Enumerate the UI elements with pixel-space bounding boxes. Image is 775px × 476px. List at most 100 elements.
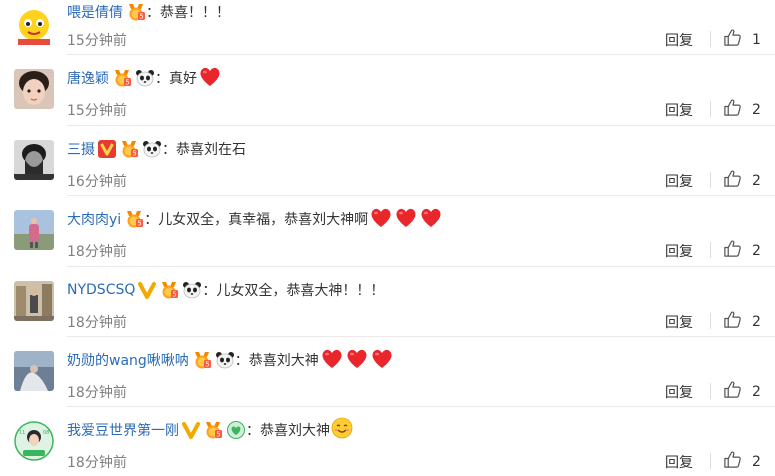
comment-time: 15分钟前 (67, 103, 127, 119)
comment-content: 大肉肉yi 5 ： 儿女双全，真幸福，恭喜刘大神啊 (67, 207, 443, 231)
like-count: 2 (752, 101, 761, 118)
heart-icon (345, 347, 369, 373)
medal-icon[interactable]: 5 (126, 3, 146, 21)
reply-button[interactable]: 回复 (665, 312, 693, 332)
svg-text:5: 5 (125, 79, 129, 87)
thumbs-up-icon (723, 239, 742, 262)
action-divider (710, 31, 711, 47)
user-avatar[interactable] (14, 210, 54, 250)
thumbs-up-icon (723, 380, 742, 403)
thumbs-up-icon (723, 450, 742, 473)
heart-icon (198, 65, 222, 91)
comment-separator: ： (234, 353, 249, 369)
like-button[interactable]: 2 (723, 310, 761, 333)
heart-icon (369, 206, 393, 232)
comment-divider (67, 336, 775, 337)
action-divider (710, 383, 711, 399)
comment-item: 奶勋的wang啾啾呐 5 ： 恭喜刘大神 18分钟前 回复 2 (0, 336, 775, 406)
panda-icon[interactable] (215, 351, 235, 369)
svg-text:5: 5 (137, 220, 141, 228)
username-link[interactable]: 喂是倩倩 (67, 2, 123, 22)
user-avatar[interactable] (14, 351, 54, 391)
reply-button[interactable]: 回复 (665, 452, 693, 472)
reply-button[interactable]: 回复 (665, 241, 693, 261)
panda-icon[interactable] (135, 69, 155, 87)
green-heart-icon[interactable] (226, 421, 246, 439)
comment-divider (67, 195, 775, 196)
user-avatar[interactable] (14, 69, 54, 109)
like-count: 2 (752, 172, 761, 189)
action-divider (710, 313, 711, 329)
comment-content: 三摄 5 ： 恭喜刘在石 (67, 137, 246, 161)
action-divider (710, 453, 711, 469)
medal-icon[interactable]: 5 (119, 140, 139, 158)
username-link[interactable]: 唐逸颖 (67, 68, 109, 88)
username-link[interactable]: 大肉肉yi (67, 209, 121, 229)
like-button[interactable]: 2 (723, 169, 761, 192)
comment-content: 我爱豆世界第一刚 5 ： 恭喜刘大神 (67, 417, 353, 443)
svg-text:08: 08 (43, 430, 49, 436)
svg-text:5: 5 (132, 150, 136, 158)
comment-item: 11 08 我爱豆世界第一刚 5 ： 恭喜刘大神 18分钟前 回复 2 (0, 406, 775, 476)
like-count: 2 (752, 242, 761, 259)
reply-button[interactable]: 回复 (665, 382, 693, 402)
heart-icon (394, 206, 418, 232)
panda-icon[interactable] (182, 281, 202, 299)
comment-time: 18分钟前 (67, 385, 127, 401)
username-link[interactable]: 我爱豆世界第一刚 (67, 420, 179, 440)
comment-time: 16分钟前 (67, 174, 127, 190)
comment-content: 唐逸颖 5 ： 真好 (67, 66, 222, 90)
username-link[interactable]: NYDSCSQ (67, 282, 135, 298)
like-button[interactable]: 1 (723, 28, 761, 51)
medal-icon[interactable]: 5 (112, 69, 132, 87)
verified-v-gold-icon[interactable] (182, 421, 200, 439)
comment-text: 恭喜刘大神 (260, 423, 330, 439)
comment-content: 奶勋的wang啾啾呐 5 ： 恭喜刘大神 (67, 348, 394, 372)
like-button[interactable]: 2 (723, 239, 761, 262)
comment-item: 喂是倩倩 5 ： 恭喜！！！ 15分钟前 回复 1 (0, 0, 775, 54)
user-avatar[interactable] (14, 140, 54, 180)
username-link[interactable]: 奶勋的wang啾啾呐 (67, 350, 189, 370)
like-button[interactable]: 2 (723, 380, 761, 403)
comment-text: 儿女双全，真幸福，恭喜刘大神啊 (158, 212, 369, 228)
user-avatar[interactable]: 11 08 (14, 421, 54, 461)
comment-text: 恭喜！！！ (160, 5, 230, 21)
reply-button[interactable]: 回复 (665, 30, 693, 50)
comment-divider (67, 54, 775, 55)
comment-content: NYDSCSQ 5 ： 儿女双全，恭喜大神！！！ (67, 278, 384, 302)
heart-icon (419, 206, 443, 232)
comment-text: 真好 (169, 71, 197, 87)
comment-separator: ： (202, 283, 217, 299)
heart-icon (370, 347, 394, 373)
like-button[interactable]: 2 (723, 450, 761, 473)
comment-text: 儿女双全，恭喜大神！！！ (216, 283, 385, 299)
user-avatar[interactable] (14, 281, 54, 321)
thumbs-up-icon (723, 169, 742, 192)
like-count: 2 (752, 313, 761, 330)
comment-divider (67, 125, 775, 126)
medal-icon[interactable]: 5 (159, 281, 179, 299)
svg-text:5: 5 (216, 431, 220, 439)
reply-button[interactable]: 回复 (665, 171, 693, 191)
medal-icon[interactable]: 5 (124, 210, 144, 228)
comment-divider (67, 406, 775, 407)
svg-text:5: 5 (139, 13, 143, 21)
comment-content: 喂是倩倩 5 ： 恭喜！！！ (67, 0, 230, 24)
medal-icon[interactable]: 5 (203, 421, 223, 439)
comment-separator: ： (144, 212, 159, 228)
smiling-face-icon (331, 417, 353, 443)
username-link[interactable]: 三摄 (67, 139, 95, 159)
comment-time: 18分钟前 (67, 244, 127, 260)
svg-text:11: 11 (19, 430, 25, 436)
user-avatar[interactable] (14, 5, 54, 45)
verified-v-red-icon[interactable] (98, 140, 116, 158)
like-count: 1 (752, 31, 761, 48)
svg-text:5: 5 (173, 291, 177, 299)
thumbs-up-icon (723, 310, 742, 333)
medal-icon[interactable]: 5 (192, 351, 212, 369)
comment-text: 恭喜刘大神 (248, 353, 319, 369)
panda-icon[interactable] (142, 140, 162, 158)
verified-v-gold-icon[interactable] (138, 281, 157, 299)
like-button[interactable]: 2 (723, 98, 761, 121)
reply-button[interactable]: 回复 (665, 100, 693, 120)
